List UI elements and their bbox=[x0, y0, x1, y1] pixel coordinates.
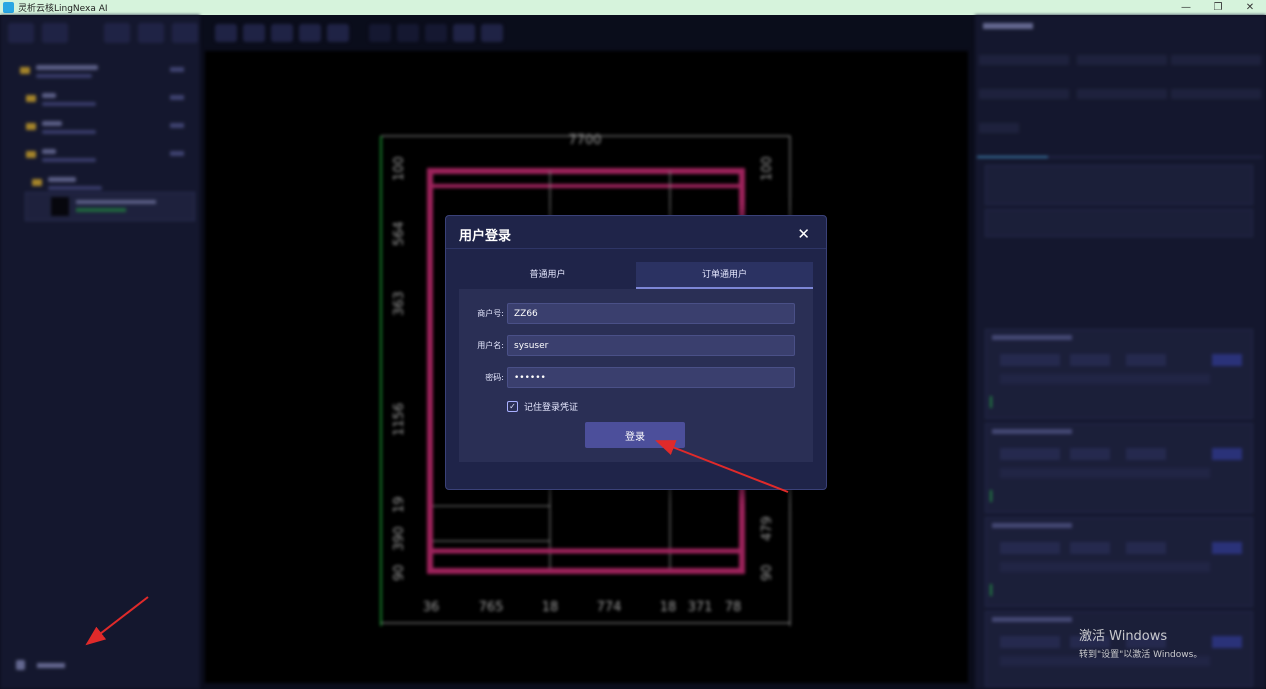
arrow-to-login-button bbox=[655, 440, 789, 493]
annotation-arrows bbox=[85, 440, 789, 646]
arrow-to-user-status bbox=[85, 596, 149, 646]
